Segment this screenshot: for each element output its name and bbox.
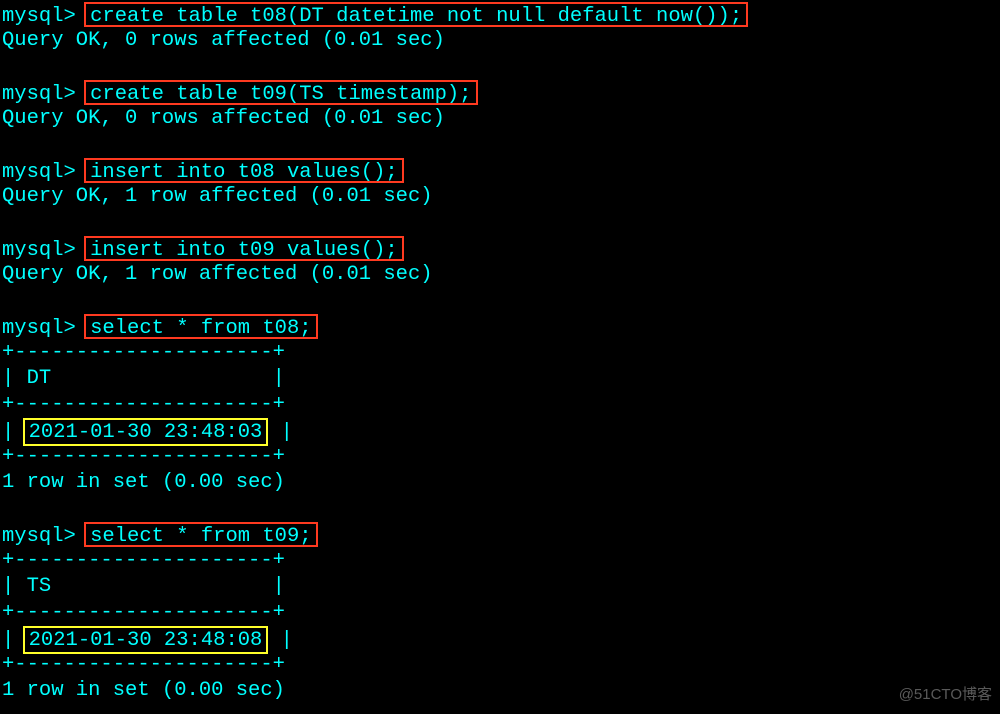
table-border: +---------------------+ — [2, 600, 1000, 626]
query-result: Query OK, 0 rows affected (0.01 sec) — [2, 107, 445, 130]
table-header-dt: | DT | — [2, 366, 1000, 392]
mysql-prompt: mysql> — [2, 5, 88, 28]
prompt-line[interactable]: mysql> select * from t08; — [2, 314, 1000, 340]
terminal-output: mysql> create table t08(DT datetime not … — [0, 0, 1000, 704]
command-select-t08: select * from t08; — [84, 314, 317, 339]
query-result: Query OK, 1 row affected (0.01 sec) — [2, 263, 433, 286]
prompt-line[interactable]: mysql> insert into t08 values(); — [2, 158, 1000, 184]
table-border: +---------------------+ — [2, 340, 1000, 366]
table-row: | 2021-01-30 23:48:03 | — [2, 418, 1000, 444]
table-border: +---------------------+ — [2, 652, 1000, 678]
table-border: +---------------------+ — [2, 444, 1000, 470]
table-header-ts: | TS | — [2, 574, 1000, 600]
rowset-result: 1 row in set (0.00 sec) — [2, 679, 285, 702]
prompt-line[interactable]: mysql> select * from t09; — [2, 522, 1000, 548]
mysql-prompt: mysql> — [2, 317, 88, 340]
prompt-line[interactable]: mysql> create table t08(DT datetime not … — [2, 2, 1000, 28]
query-result: Query OK, 1 row affected (0.01 sec) — [2, 185, 433, 208]
table-border: +---------------------+ — [2, 548, 1000, 574]
rowset-result: 1 row in set (0.00 sec) — [2, 471, 285, 494]
command-select-t09: select * from t09; — [84, 522, 317, 547]
prompt-line[interactable]: mysql> create table t09(TS timestamp); — [2, 80, 1000, 106]
query-result: Query OK, 0 rows affected (0.01 sec) — [2, 29, 445, 52]
watermark: @51CTO博客 — [899, 682, 992, 708]
prompt-line[interactable]: mysql> insert into t09 values(); — [2, 236, 1000, 262]
command-create-t09: create table t09(TS timestamp); — [84, 80, 477, 105]
mysql-prompt: mysql> — [2, 161, 88, 184]
table-row: | 2021-01-30 23:48:08 | — [2, 626, 1000, 652]
command-create-t08: create table t08(DT datetime not null de… — [84, 2, 748, 27]
mysql-prompt: mysql> — [2, 525, 88, 548]
command-insert-t08: insert into t08 values(); — [84, 158, 404, 183]
command-insert-t09: insert into t09 values(); — [84, 236, 404, 261]
mysql-prompt: mysql> — [2, 83, 88, 106]
value-dt-datetime: 2021-01-30 23:48:03 — [23, 418, 269, 446]
table-border: +---------------------+ — [2, 392, 1000, 418]
value-ts-timestamp: 2021-01-30 23:48:08 — [23, 626, 269, 654]
mysql-prompt: mysql> — [2, 239, 88, 262]
